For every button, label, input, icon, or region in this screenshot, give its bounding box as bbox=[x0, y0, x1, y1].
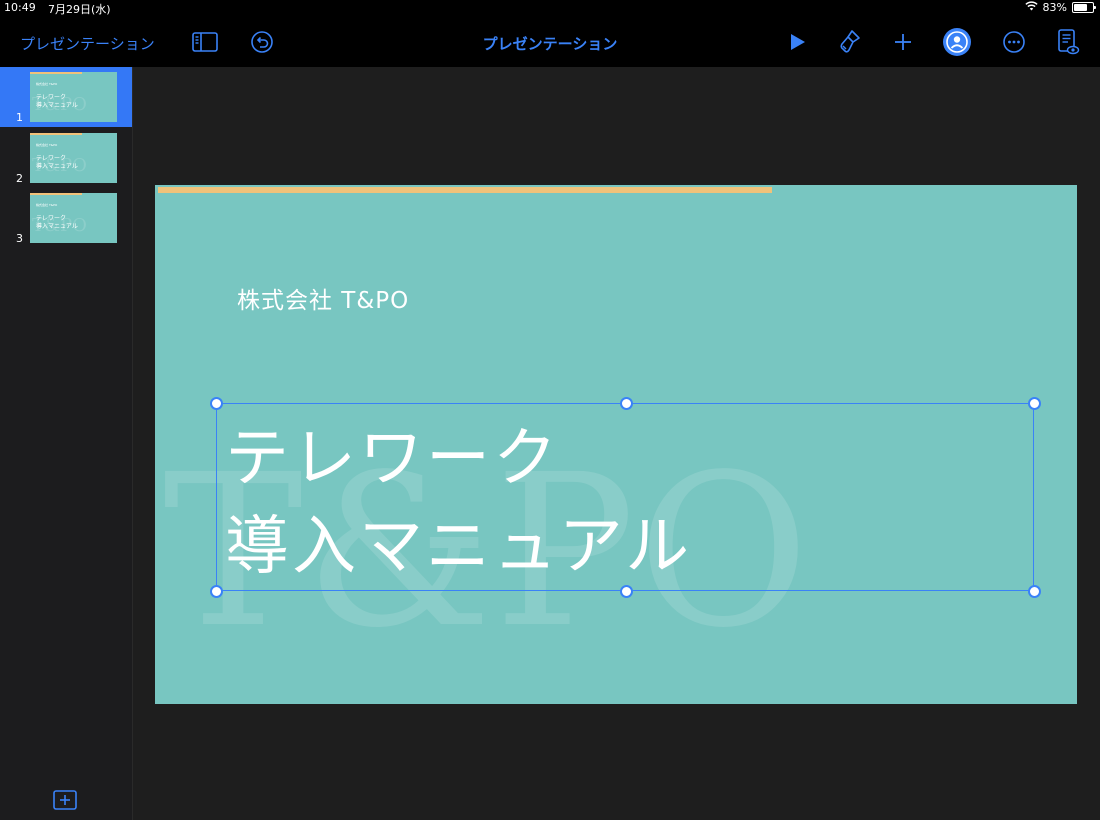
undo-icon[interactable] bbox=[247, 27, 277, 57]
text-box-selection[interactable] bbox=[216, 403, 1034, 591]
thumb-title-line1: テレワーク bbox=[36, 155, 67, 162]
thumb-title-line2: 導入マニュアル bbox=[36, 102, 78, 109]
thumb-title-line2: 導入マニュアル bbox=[36, 223, 78, 230]
thumb-company: 株式会社 T&PO bbox=[36, 203, 58, 207]
thumb-title: テレワーク 導入マニュアル bbox=[36, 155, 78, 171]
thumb-title: テレワーク 導入マニュアル bbox=[36, 215, 78, 231]
thumb-company: 株式会社 T&PO bbox=[36, 143, 58, 147]
resize-handle-bottom-right[interactable] bbox=[1028, 585, 1041, 598]
thumb-accent-bar bbox=[30, 193, 83, 195]
thumb-title-line1: テレワーク bbox=[36, 94, 67, 101]
slide-preview: T&PO 株式会社 T&PO テレワーク 導入マニュアル bbox=[30, 133, 117, 183]
slide-navigator: 1 T&PO 株式会社 T&PO テレワーク 導入マニュアル 2 T&PO 株式… bbox=[0, 67, 133, 820]
slide-preview: T&PO 株式会社 T&PO テレワーク 導入マニュアル bbox=[30, 72, 117, 122]
presenter-notes-icon[interactable] bbox=[1053, 27, 1083, 57]
slide-accent-bar[interactable] bbox=[158, 187, 772, 193]
toolbar: プレゼンテーション プレゼンテーション bbox=[0, 16, 1100, 67]
slide-number: 2 bbox=[16, 172, 23, 185]
slide-number: 1 bbox=[16, 111, 23, 124]
thumb-title-line1: テレワーク bbox=[36, 215, 67, 222]
status-date: 7月29日(水) bbox=[48, 3, 111, 16]
play-icon[interactable] bbox=[782, 27, 812, 57]
slide-thumbnail-2[interactable]: 2 T&PO 株式会社 T&PO テレワーク 導入マニュアル bbox=[0, 128, 132, 188]
thumb-title: テレワーク 導入マニュアル bbox=[36, 94, 78, 110]
battery-percent: 83% bbox=[1042, 1, 1067, 14]
more-icon[interactable] bbox=[999, 27, 1029, 57]
thumb-company: 株式会社 T&PO bbox=[36, 82, 58, 86]
resize-handle-bottom-center[interactable] bbox=[620, 585, 633, 598]
wifi-icon bbox=[1024, 1, 1038, 14]
resize-handle-top-center[interactable] bbox=[620, 397, 633, 410]
add-slide-icon[interactable] bbox=[53, 790, 77, 810]
battery-icon bbox=[1072, 2, 1096, 13]
status-right: 83% bbox=[1024, 1, 1096, 14]
slide-thumbnail-1[interactable]: 1 T&PO 株式会社 T&PO テレワーク 導入マニュアル bbox=[0, 67, 132, 127]
thumb-accent-bar bbox=[30, 72, 83, 74]
resize-handle-top-right[interactable] bbox=[1028, 397, 1041, 410]
thumb-accent-bar bbox=[30, 133, 83, 135]
status-time: 10:49 bbox=[4, 1, 36, 14]
status-bar: 10:49 7月29日(水) 83% bbox=[0, 0, 1100, 16]
slide-number: 3 bbox=[16, 232, 23, 245]
resize-handle-top-left[interactable] bbox=[210, 397, 223, 410]
resize-handle-bottom-left[interactable] bbox=[210, 585, 223, 598]
slide-preview: T&PO 株式会社 T&PO テレワーク 導入マニュアル bbox=[30, 193, 117, 243]
collaborate-icon[interactable] bbox=[942, 27, 972, 57]
document-title[interactable]: プレゼンテーション bbox=[0, 33, 1100, 54]
paintbrush-icon[interactable] bbox=[834, 27, 864, 57]
slide-thumbnail-3[interactable]: 3 T&PO 株式会社 T&PO テレワーク 導入マニュアル bbox=[0, 188, 132, 248]
sidebar-toggle-icon[interactable] bbox=[190, 27, 220, 57]
slide-company-text[interactable]: 株式会社 T&PO bbox=[237, 281, 409, 315]
plus-icon[interactable] bbox=[888, 27, 918, 57]
thumb-title-line2: 導入マニュアル bbox=[36, 163, 78, 170]
